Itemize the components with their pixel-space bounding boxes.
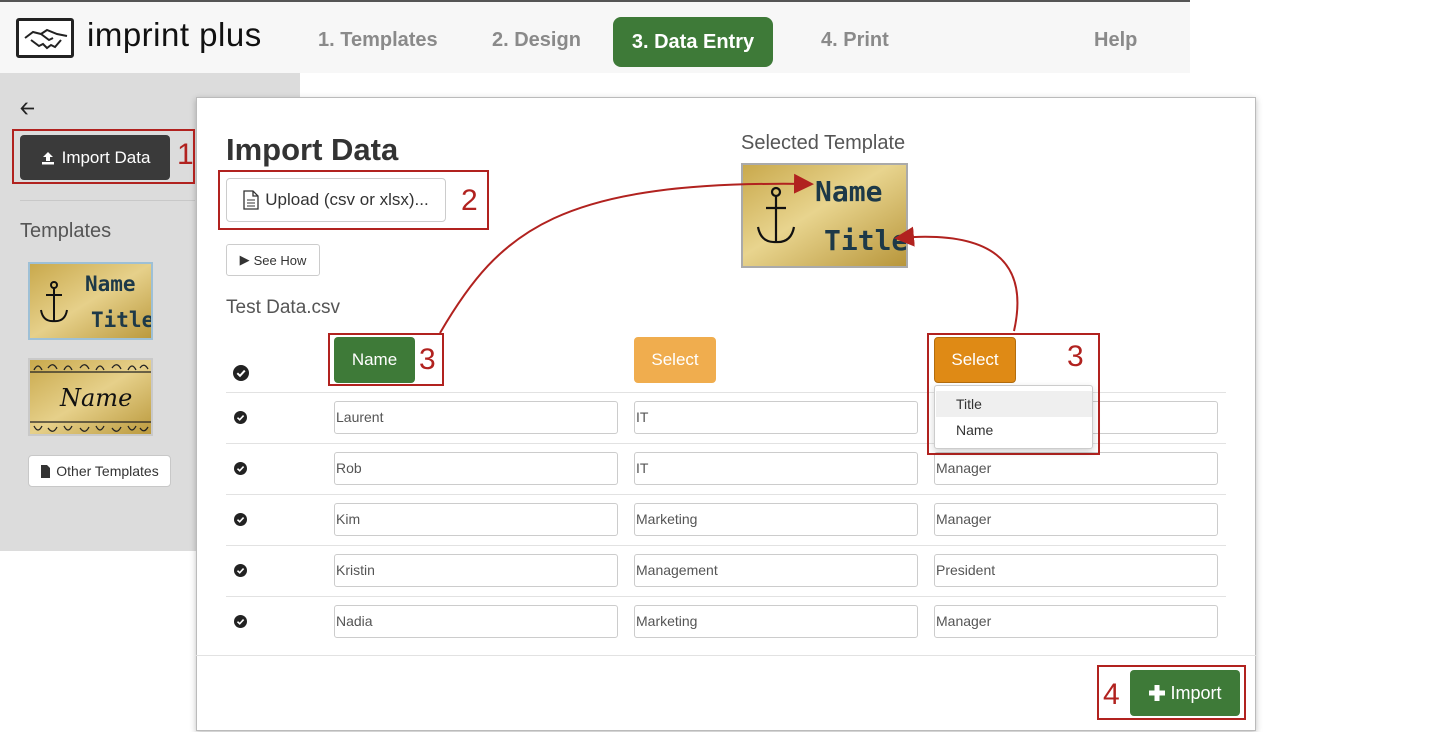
table-cell-input[interactable]: Marketing (634, 605, 918, 638)
callout-number-2: 2 (461, 184, 478, 217)
modal-title: Import Data (226, 132, 399, 167)
file-icon (41, 464, 51, 478)
callout-box-1 (12, 129, 195, 184)
table-cell-input[interactable]: Manager (934, 452, 1218, 485)
play-icon: ▶ (239, 252, 250, 267)
table-cell-input[interactable]: Management (634, 554, 918, 587)
column-map-button-2[interactable]: Select (634, 337, 716, 383)
table-cell-input[interactable]: Manager (934, 503, 1218, 536)
dropdown-option-title[interactable]: Title (936, 391, 1092, 417)
table-cell-input[interactable]: Marketing (634, 503, 918, 536)
templates-heading: Templates (20, 220, 112, 242)
column-field-dropdown: Title Name (934, 385, 1093, 449)
see-how-label: See How (253, 252, 307, 268)
nav-tab-data-entry[interactable]: 3. Data Entry (613, 17, 773, 67)
top-nav: imprint plus 1. Templates 2. Design 3. D… (0, 0, 1190, 73)
callout-number-3a: 3 (419, 343, 436, 376)
template-title-text: Title (91, 308, 151, 332)
table-cell-input[interactable]: IT (634, 401, 918, 434)
callout-number-4: 4 (1103, 678, 1120, 711)
nav-tab-design[interactable]: 2. Design (492, 29, 581, 52)
callout-number-3b: 3 (1067, 340, 1084, 373)
callout-box-2 (218, 170, 489, 230)
table-cell-input[interactable]: IT (634, 452, 918, 485)
table-cell-input[interactable]: Kim (334, 503, 618, 536)
brand-name: imprint plus (87, 16, 262, 53)
back-arrow-icon[interactable]: 🡠 (20, 96, 35, 126)
row-check-icon[interactable] (234, 615, 247, 633)
table-cell-input[interactable]: Kristin (334, 554, 618, 587)
row-check-icon[interactable] (234, 564, 247, 582)
template-thumbnail-floral[interactable]: Name (28, 358, 153, 436)
selected-template-name-text: Name (815, 175, 882, 208)
template-name-script-text: Name (59, 384, 132, 412)
row-check-icon[interactable] (234, 513, 247, 531)
table-cell-input[interactable]: Nadia (334, 605, 618, 638)
table-cell-input[interactable]: Rob (334, 452, 618, 485)
row-divider (226, 596, 1226, 597)
row-check-icon[interactable] (234, 411, 247, 429)
see-how-button[interactable]: ▶ See How (226, 244, 320, 276)
row-check-icon[interactable] (234, 462, 247, 480)
selected-template-label: Selected Template (741, 132, 906, 154)
template-thumbnail-anchor[interactable]: Name Title (28, 262, 154, 340)
dropdown-option-name[interactable]: Name (936, 417, 1092, 443)
selected-template-preview: Name Title (741, 163, 908, 268)
template-name-text: Name (85, 272, 136, 296)
table-cell-input[interactable]: President (934, 554, 1218, 587)
uploaded-file-name: Test Data.csv (226, 297, 341, 318)
nav-help[interactable]: Help (1094, 29, 1137, 52)
callout-number-1: 1 (177, 138, 194, 171)
table-cell-input[interactable]: Laurent (334, 401, 618, 434)
other-templates-button[interactable]: Other Templates (28, 455, 171, 487)
row-divider (226, 494, 1226, 495)
handshake-logo-icon[interactable] (16, 18, 74, 58)
modal-footer-divider (196, 655, 1256, 656)
select-all-check-icon[interactable] (233, 365, 249, 386)
table-cell-input[interactable]: Manager (934, 605, 1218, 638)
nav-tab-templates[interactable]: 1. Templates (318, 29, 438, 52)
row-divider (226, 545, 1226, 546)
selected-template-title-text: Title (824, 224, 906, 257)
other-templates-label: Other Templates (56, 463, 159, 479)
sidebar-divider (20, 200, 195, 201)
nav-tab-print[interactable]: 4. Print (821, 29, 889, 52)
